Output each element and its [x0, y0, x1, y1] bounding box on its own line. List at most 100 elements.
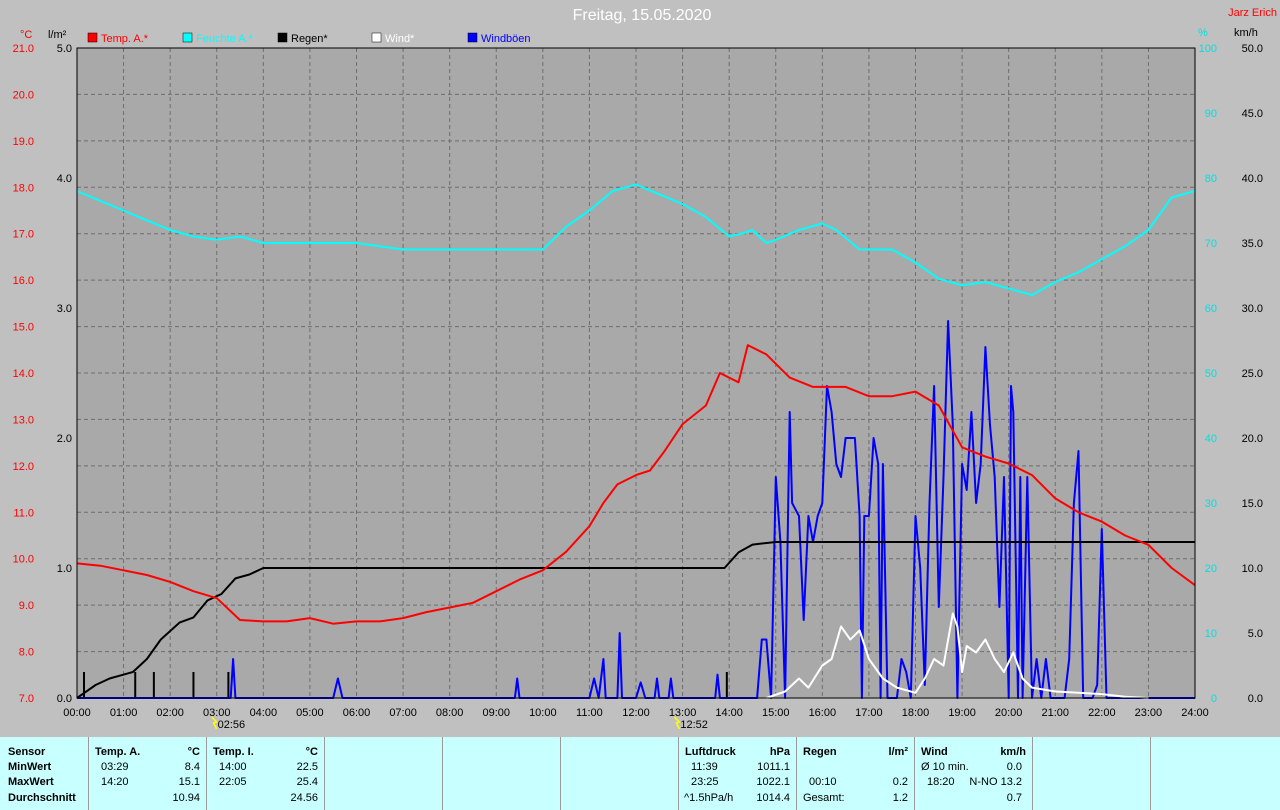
humidity-tick-label: 60 — [1205, 303, 1217, 315]
temp-tick-label: 12.0 — [13, 461, 34, 473]
legend: Temp. A.* Feuchte A.* Regen* Wind* Windböen — [87, 32, 531, 45]
pressure-min-value: 1011.1 — [757, 761, 790, 773]
x-tick-label: 23:00 — [1135, 707, 1163, 719]
wind-tick-label: 15.0 — [1242, 498, 1263, 510]
pressure-min-time: 11:39 — [691, 761, 718, 773]
chart-title: Freitag, 15.05.2020 — [573, 7, 712, 24]
x-tick-label: 00:00 — [63, 707, 91, 719]
legend-label: Feuchte A.* — [196, 33, 254, 45]
humidity-unit-label: % — [1198, 27, 1208, 39]
column-separator — [88, 737, 89, 810]
temp-tick-label: 10.0 — [13, 554, 34, 566]
temp-tick-label: 18.0 — [13, 182, 34, 194]
row-label-min: MinWert — [8, 761, 52, 773]
temp-i-header: Temp. I. — [213, 746, 254, 758]
humidity-tick-label: 50 — [1205, 368, 1217, 380]
x-tick-label: 12:00 — [622, 707, 650, 719]
column-separator — [560, 737, 561, 810]
temp-i-min-value: 22.5 — [296, 761, 318, 773]
rain-tick-label: 3.0 — [57, 303, 72, 315]
rain-tick-label: 4.0 — [57, 173, 72, 185]
rain-total-value: 1.2 — [892, 792, 908, 804]
x-tick-label: 01:00 — [110, 707, 138, 719]
rain-max-value: 0.2 — [892, 776, 908, 788]
temp-i-unit: °C — [305, 746, 318, 758]
temp-i-avg-value: 24.56 — [290, 792, 318, 804]
rain-total-label: Gesamt: — [803, 792, 845, 804]
pressure-trend: ^1.5hPa/h — [684, 792, 734, 804]
humidity-tick-label: 40 — [1205, 433, 1217, 445]
row-label-max: MaxWert — [8, 776, 54, 788]
marker-time-label: 02:56 — [218, 719, 246, 731]
legend-swatch — [277, 32, 288, 43]
temp-unit-label: °C — [20, 29, 32, 41]
wind-tick-label: 40.0 — [1242, 173, 1263, 185]
temp-a-unit: °C — [187, 746, 200, 758]
column-separator — [914, 737, 915, 810]
wind-tick-label: 30.0 — [1242, 303, 1263, 315]
rain-tick-label: 2.0 — [57, 433, 72, 445]
x-tick-label: 22:00 — [1088, 707, 1116, 719]
time-markers: 02:56 12:52 — [211, 716, 708, 731]
statistics-panel: Sensor MinWert MaxWert Durchschnitt Temp… — [0, 737, 1280, 810]
rain-unit: l/m² — [888, 746, 908, 758]
temp-i-min-time: 14:00 — [219, 761, 247, 773]
temp-tick-label: 17.0 — [13, 229, 34, 241]
x-tick-label: 20:00 — [995, 707, 1023, 719]
column-separator — [1032, 737, 1033, 810]
temp-a-max-value: 15.1 — [178, 776, 200, 788]
temp-tick-label: 20.0 — [13, 89, 34, 101]
temp-tick-label: 21.0 — [13, 43, 34, 55]
temp-a-header: Temp. A. — [95, 746, 141, 758]
wind-avg10-value: 0.0 — [1006, 761, 1022, 773]
temp-tick-label: 13.0 — [13, 414, 34, 426]
wind-tick-label: 20.0 — [1242, 433, 1263, 445]
temp-tick-label: 15.0 — [13, 322, 34, 334]
rain-tick-label: 5.0 — [57, 43, 72, 55]
x-tick-label: 09:00 — [482, 707, 510, 719]
rain-tick-label: 0.0 — [57, 693, 72, 705]
wind-tick-label: 35.0 — [1242, 238, 1263, 250]
wind-avg10-label: Ø 10 min. — [921, 761, 969, 773]
pressure-max-time: 23:25 — [691, 776, 719, 788]
x-tick-label: 21:00 — [1041, 707, 1069, 719]
pressure-avg-value: 1014.4 — [756, 792, 790, 804]
temp-a-max-time: 14:20 — [101, 776, 129, 788]
humidity-tick-label: 0 — [1211, 693, 1217, 705]
x-tick-label: 19:00 — [948, 707, 976, 719]
humidity-tick-label: 10 — [1205, 628, 1217, 640]
legend-label: Wind* — [385, 33, 415, 45]
wind-unit: km/h — [1000, 746, 1026, 758]
x-tick-label: 11:00 — [576, 707, 603, 719]
pressure-max-value: 1022.1 — [756, 776, 790, 788]
x-tick-label: 04:00 — [250, 707, 278, 719]
humidity-tick-label: 20 — [1205, 563, 1217, 575]
column-separator — [1150, 737, 1151, 810]
temp-tick-label: 9.0 — [19, 600, 34, 612]
wind-max-value: N-NO 13.2 — [969, 776, 1022, 788]
humidity-tick-label: 100 — [1199, 43, 1217, 55]
humidity-tick-label: 30 — [1205, 498, 1217, 510]
wind-tick-label: 10.0 — [1242, 563, 1263, 575]
rain-max-time: 00:10 — [809, 776, 837, 788]
x-tick-label: 06:00 — [343, 707, 371, 719]
temp-tick-label: 8.0 — [19, 647, 34, 659]
x-tick-label: 14:00 — [715, 707, 743, 719]
weather-chart: 7.0 8.0 9.0 10.0 11.0 12.0 13.0 14.0 15.0 16.0 17.… — [13, 7, 1277, 731]
column-separator — [796, 737, 797, 810]
wind-tick-label: 50.0 — [1242, 43, 1263, 55]
legend-swatch — [87, 32, 98, 43]
legend-label: Temp. A.* — [101, 33, 149, 45]
legend-label: Windböen — [481, 33, 531, 45]
legend-swatch — [371, 32, 382, 43]
humidity-tick-label: 90 — [1205, 108, 1217, 120]
column-separator — [442, 737, 443, 810]
x-tick-label: 13:00 — [669, 707, 697, 719]
temp-a-avg-value: 10.94 — [172, 792, 200, 804]
wind-avg-value: 0.7 — [1006, 792, 1022, 804]
pressure-header: Luftdruck — [685, 746, 736, 758]
wind-unit-label: km/h — [1234, 27, 1258, 39]
x-tick-label: 08:00 — [436, 707, 464, 719]
legend-label: Regen* — [291, 33, 328, 45]
wind-header: Wind — [921, 746, 948, 758]
